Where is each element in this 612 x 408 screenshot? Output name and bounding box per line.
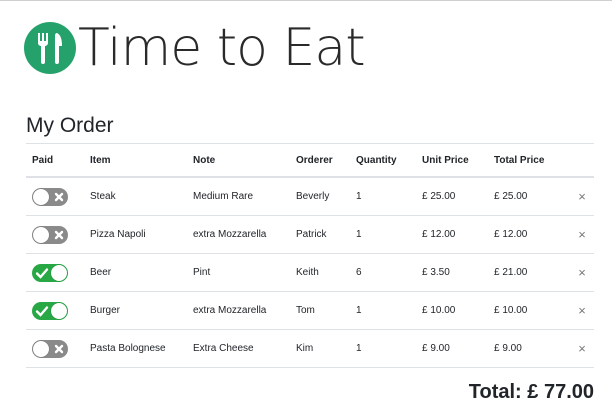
x-icon bbox=[54, 230, 64, 239]
note-cell: Medium Rare bbox=[187, 177, 290, 216]
total-price-cell: £ 12.00 bbox=[488, 215, 564, 254]
column-header-note: Note bbox=[187, 143, 290, 178]
orderer-cell: Tom bbox=[290, 291, 350, 330]
check-icon bbox=[35, 267, 49, 279]
column-header-actions bbox=[564, 143, 594, 178]
item-cell: Pasta Bolognese bbox=[84, 329, 187, 368]
x-icon bbox=[54, 344, 64, 353]
delete-icon[interactable]: × bbox=[564, 215, 594, 254]
table-header-row: Paid Item Note Orderer Quantity Unit Pri… bbox=[26, 143, 594, 178]
column-header-paid: Paid bbox=[26, 143, 84, 178]
table-row: Pasta Bolognese Extra Cheese Kim 1 £ 9.0… bbox=[26, 329, 594, 368]
note-cell: Pint bbox=[187, 253, 290, 292]
order-total: Total: £ 77.00 bbox=[468, 381, 594, 403]
item-cell: Steak bbox=[84, 177, 187, 216]
app-header: Time to Eat bbox=[24, 18, 366, 78]
orderer-cell: Beverly bbox=[290, 177, 350, 216]
column-header-unit-price: Unit Price bbox=[416, 143, 488, 178]
unit-price-cell: £ 9.00 bbox=[416, 329, 488, 368]
item-cell: Pizza Napoli bbox=[84, 215, 187, 254]
paid-toggle-on[interactable] bbox=[32, 263, 68, 282]
quantity-cell: 1 bbox=[350, 291, 416, 330]
delete-icon[interactable]: × bbox=[564, 329, 594, 368]
orderer-cell: Kim bbox=[290, 329, 350, 368]
section-title: My Order bbox=[26, 114, 114, 137]
top-divider bbox=[0, 0, 612, 1]
note-cell: extra Mozzarella bbox=[187, 215, 290, 254]
table-row: Beer Pint Keith 6 £ 3.50 £ 21.00 × bbox=[26, 253, 594, 292]
item-cell: Beer bbox=[84, 253, 187, 292]
paid-toggle-on[interactable] bbox=[32, 301, 68, 320]
delete-icon[interactable]: × bbox=[564, 253, 594, 292]
table-row: Steak Medium Rare Beverly 1 £ 25.00 £ 25… bbox=[26, 177, 594, 216]
delete-icon[interactable]: × bbox=[564, 291, 594, 330]
quantity-cell: 1 bbox=[350, 329, 416, 368]
orderer-cell: Patrick bbox=[290, 215, 350, 254]
note-cell: Extra Cheese bbox=[187, 329, 290, 368]
paid-toggle-off[interactable] bbox=[32, 187, 68, 206]
unit-price-cell: £ 25.00 bbox=[416, 177, 488, 216]
unit-price-cell: £ 12.00 bbox=[416, 215, 488, 254]
app-title: Time to Eat bbox=[78, 18, 366, 78]
column-header-orderer: Orderer bbox=[290, 143, 350, 178]
x-icon bbox=[54, 192, 64, 201]
total-price-cell: £ 25.00 bbox=[488, 177, 564, 216]
paid-toggle-off[interactable] bbox=[32, 339, 68, 358]
table-row: Burger extra Mozzarella Tom 1 £ 10.00 £ … bbox=[26, 291, 594, 330]
column-header-total-price: Total Price bbox=[488, 143, 564, 178]
delete-icon[interactable]: × bbox=[564, 177, 594, 216]
quantity-cell: 1 bbox=[350, 215, 416, 254]
fork-knife-icon bbox=[24, 22, 76, 74]
column-header-item: Item bbox=[84, 143, 187, 178]
note-cell: extra Mozzarella bbox=[187, 291, 290, 330]
quantity-cell: 6 bbox=[350, 253, 416, 292]
paid-toggle-off[interactable] bbox=[32, 225, 68, 244]
orderer-cell: Keith bbox=[290, 253, 350, 292]
table-row: Pizza Napoli extra Mozzarella Patrick 1 … bbox=[26, 215, 594, 254]
order-table: Paid Item Note Orderer Quantity Unit Pri… bbox=[26, 143, 594, 368]
unit-price-cell: £ 3.50 bbox=[416, 253, 488, 292]
total-price-cell: £ 9.00 bbox=[488, 329, 564, 368]
quantity-cell: 1 bbox=[350, 177, 416, 216]
check-icon bbox=[35, 305, 49, 317]
total-price-cell: £ 10.00 bbox=[488, 291, 564, 330]
total-price-cell: £ 21.00 bbox=[488, 253, 564, 292]
item-cell: Burger bbox=[84, 291, 187, 330]
column-header-quantity: Quantity bbox=[350, 143, 416, 178]
unit-price-cell: £ 10.00 bbox=[416, 291, 488, 330]
